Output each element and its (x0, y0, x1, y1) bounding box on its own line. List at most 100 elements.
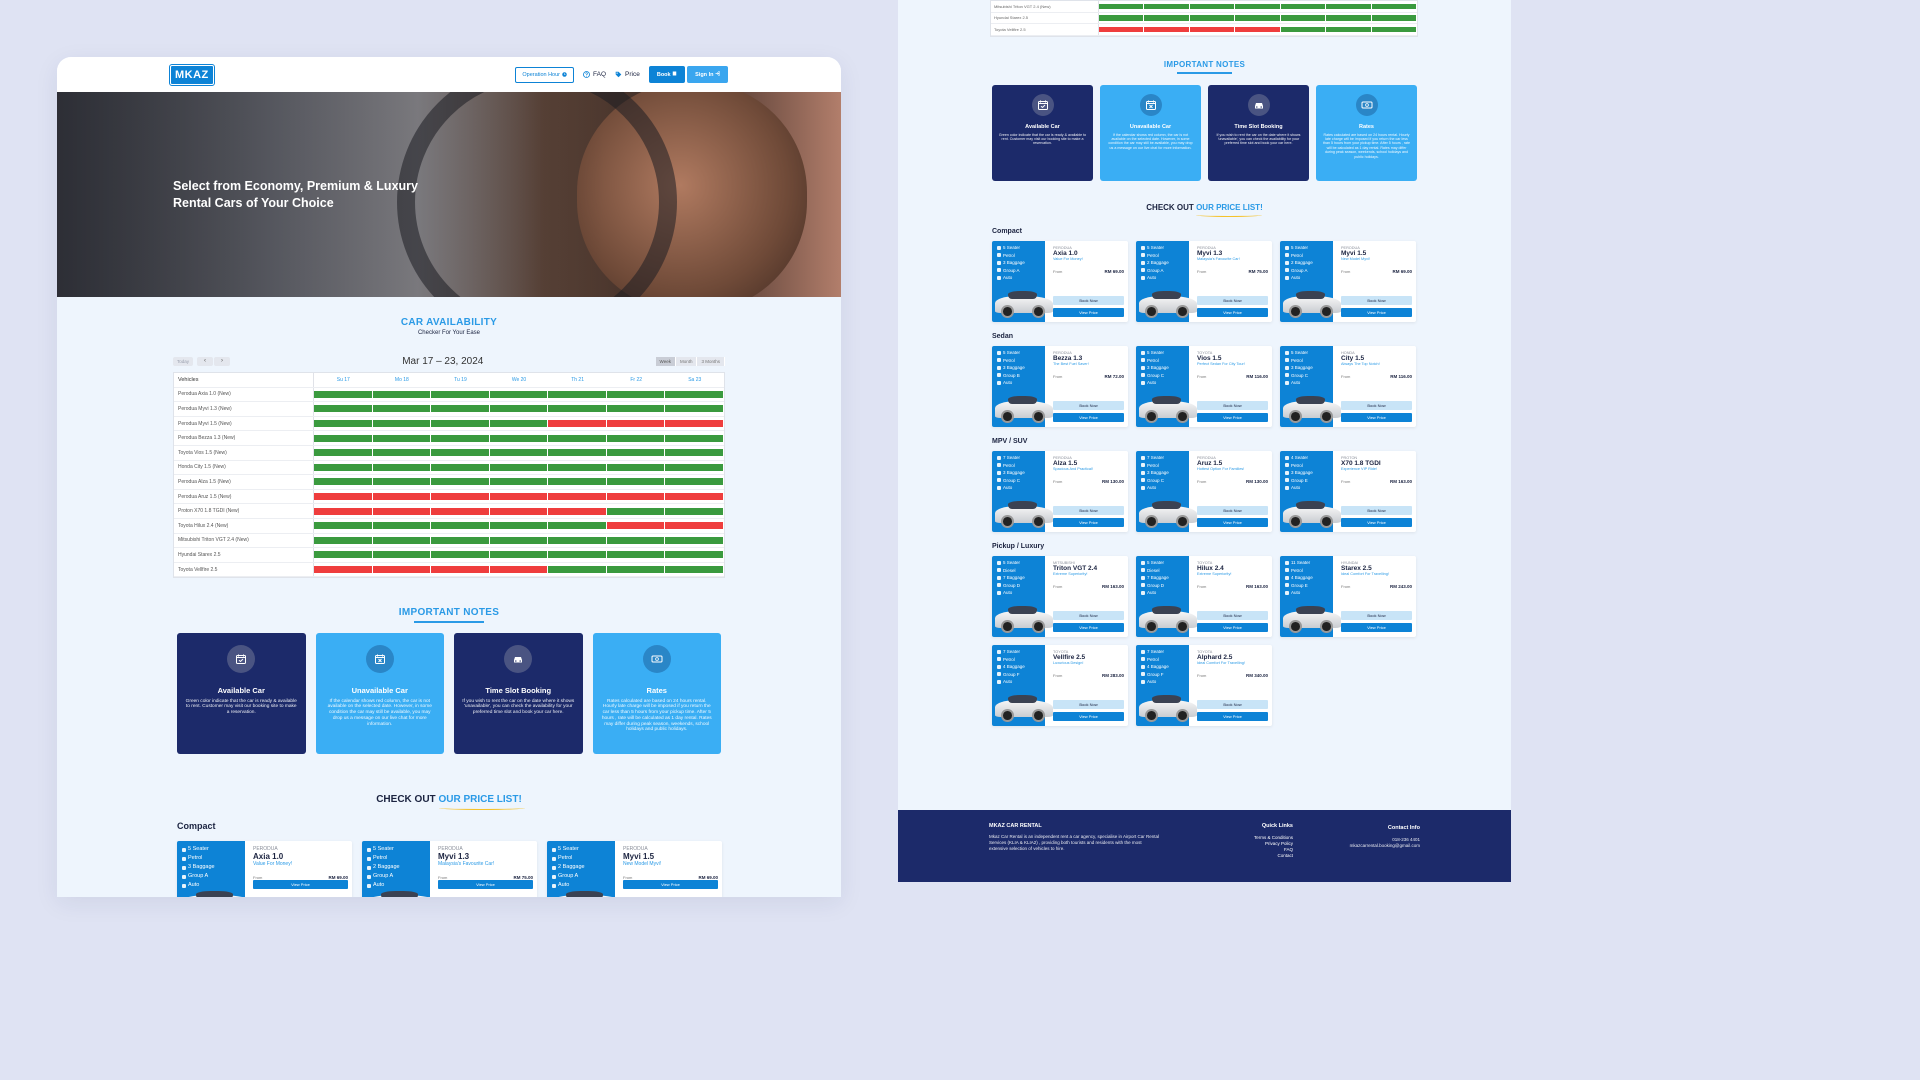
available-cell[interactable] (1144, 15, 1190, 21)
available-cell[interactable] (431, 449, 490, 457)
available-cell[interactable] (665, 536, 725, 544)
available-cell[interactable] (1235, 3, 1281, 9)
view-month-button[interactable]: Month (675, 356, 698, 366)
next-week-button[interactable]: › (214, 356, 231, 366)
unavailable-cell[interactable] (665, 522, 725, 530)
available-cell[interactable] (1371, 3, 1417, 9)
available-cell[interactable] (372, 449, 432, 457)
available-cell[interactable] (665, 434, 725, 442)
view-price-button[interactable]: View Price (1341, 623, 1412, 632)
available-cell[interactable] (606, 566, 666, 574)
view-price-button[interactable]: View Price (1197, 413, 1268, 422)
unavailable-cell[interactable] (548, 507, 607, 515)
available-cell[interactable] (314, 522, 373, 530)
available-cell[interactable] (548, 478, 607, 486)
available-cell[interactable] (1280, 26, 1327, 32)
available-cell[interactable] (372, 405, 432, 413)
contact-email[interactable]: mkazcarrental.booking@gmail.com (1338, 843, 1420, 849)
available-cell[interactable] (1280, 3, 1327, 9)
available-cell[interactable] (431, 420, 490, 428)
available-cell[interactable] (489, 522, 549, 530)
available-cell[interactable] (489, 478, 549, 486)
available-cell[interactable] (431, 551, 490, 559)
available-cell[interactable] (489, 536, 549, 544)
available-cell[interactable] (665, 551, 725, 559)
available-cell[interactable] (314, 478, 373, 486)
available-cell[interactable] (1189, 3, 1236, 9)
view-price-button[interactable]: View Price (1053, 308, 1124, 317)
site-logo[interactable]: MKAZ (169, 63, 215, 86)
book-now-button[interactable]: Book Now (1341, 296, 1412, 305)
available-cell[interactable] (1326, 15, 1372, 21)
available-cell[interactable] (431, 434, 490, 442)
available-cell[interactable] (431, 390, 490, 398)
available-cell[interactable] (1189, 15, 1236, 21)
available-cell[interactable] (1371, 26, 1417, 32)
available-cell[interactable] (489, 434, 549, 442)
available-cell[interactable] (372, 478, 432, 486)
view-price-button[interactable]: View Price (1341, 308, 1412, 317)
unavailable-cell[interactable] (431, 493, 490, 501)
available-cell[interactable] (314, 463, 373, 471)
available-cell[interactable] (606, 449, 666, 457)
view-price-button[interactable]: View Price (438, 880, 533, 889)
book-now-button[interactable]: Book Now (1053, 700, 1124, 709)
available-cell[interactable] (548, 405, 607, 413)
unavailable-cell[interactable] (489, 493, 549, 501)
available-cell[interactable] (1235, 15, 1281, 21)
available-cell[interactable] (489, 449, 549, 457)
available-cell[interactable] (1144, 3, 1190, 9)
available-cell[interactable] (1280, 15, 1327, 21)
available-cell[interactable] (1326, 3, 1372, 9)
book-now-button[interactable]: Book Now (1053, 401, 1124, 410)
unavailable-cell[interactable] (665, 420, 725, 428)
available-cell[interactable] (1099, 15, 1145, 21)
book-now-button[interactable]: Book Now (1341, 611, 1412, 620)
unavailable-cell[interactable] (606, 420, 666, 428)
available-cell[interactable] (606, 507, 666, 515)
operation-hour-button[interactable]: Operation Hour (515, 66, 575, 83)
available-cell[interactable] (548, 463, 607, 471)
available-cell[interactable] (489, 390, 549, 398)
available-cell[interactable] (665, 507, 725, 515)
unavailable-cell[interactable] (1099, 26, 1145, 32)
unavailable-cell[interactable] (372, 507, 432, 515)
available-cell[interactable] (548, 566, 607, 574)
faq-link[interactable]: FAQ (583, 71, 606, 78)
available-cell[interactable] (314, 390, 373, 398)
available-cell[interactable] (489, 463, 549, 471)
unavailable-cell[interactable] (1235, 26, 1281, 32)
available-cell[interactable] (606, 478, 666, 486)
unavailable-cell[interactable] (1144, 26, 1190, 32)
available-cell[interactable] (314, 434, 373, 442)
available-cell[interactable] (372, 551, 432, 559)
view-price-button[interactable]: View Price (1197, 518, 1268, 527)
available-cell[interactable] (548, 434, 607, 442)
available-cell[interactable] (372, 434, 432, 442)
view-price-button[interactable]: View Price (1341, 413, 1412, 422)
unavailable-cell[interactable] (372, 493, 432, 501)
book-now-button[interactable]: Book Now (1053, 296, 1124, 305)
book-now-button[interactable]: Book Now (1197, 296, 1268, 305)
available-cell[interactable] (606, 434, 666, 442)
today-button[interactable]: Today (173, 356, 194, 366)
unavailable-cell[interactable] (431, 566, 490, 574)
unavailable-cell[interactable] (489, 566, 549, 574)
available-cell[interactable] (489, 405, 549, 413)
view-price-button[interactable]: View Price (253, 880, 348, 889)
unavailable-cell[interactable] (548, 420, 607, 428)
unavailable-cell[interactable] (548, 493, 607, 501)
unavailable-cell[interactable] (372, 566, 432, 574)
unavailable-cell[interactable] (606, 493, 666, 501)
available-cell[interactable] (606, 405, 666, 413)
prev-week-button[interactable]: ‹ (197, 356, 214, 366)
view-price-button[interactable]: View Price (1053, 413, 1124, 422)
available-cell[interactable] (314, 420, 373, 428)
book-now-button[interactable]: Book Now (1197, 700, 1268, 709)
available-cell[interactable] (372, 390, 432, 398)
available-cell[interactable] (431, 522, 490, 530)
sign-in-button[interactable]: Sign In (687, 66, 728, 83)
view-price-button[interactable]: View Price (1341, 518, 1412, 527)
book-now-button[interactable]: Book Now (1197, 611, 1268, 620)
available-cell[interactable] (431, 463, 490, 471)
